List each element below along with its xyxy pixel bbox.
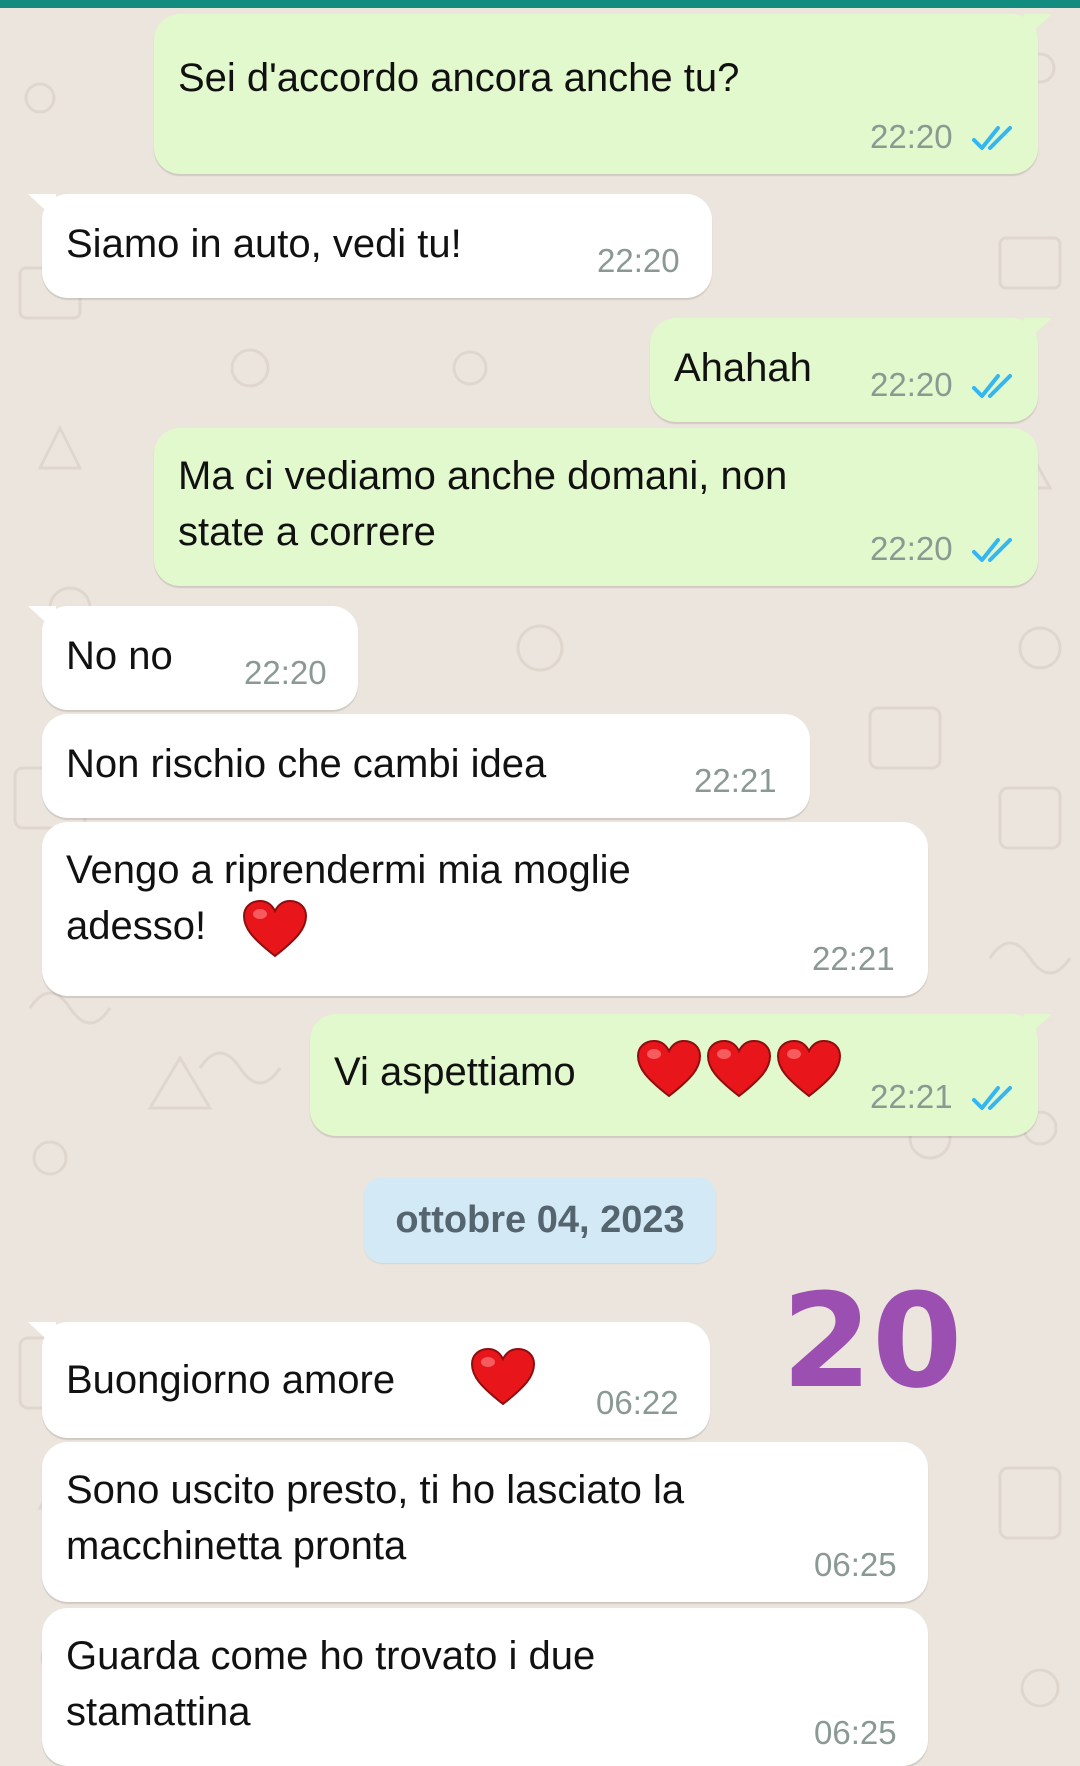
message-time: 22:20 [870, 530, 953, 567]
message-time: 06:22 [596, 1384, 679, 1421]
incoming-message-bubble[interactable]: Siamo in auto, vedi tu! 22:20 [28, 194, 712, 298]
incoming-message-bubble[interactable]: Guarda come ho trovato i due stamattina … [42, 1608, 928, 1766]
bubble-tail [1024, 1014, 1052, 1040]
double-check-icon [972, 538, 1012, 562]
incoming-message-bubble[interactable]: Buongiorno amore 06:22 [28, 1322, 710, 1438]
message-text: No no [66, 634, 173, 678]
bubble-tail [1024, 318, 1052, 344]
message-time: 22:20 [597, 242, 680, 279]
bubble-tail [28, 194, 56, 220]
bubble-tail [28, 1322, 56, 1348]
message-text: Non rischio che cambi idea [66, 742, 547, 786]
message-text: Siamo in auto, vedi tu! [66, 222, 462, 266]
message-text: Vi aspettiamo [334, 1050, 576, 1094]
bubble-tail [28, 606, 56, 632]
message-time: 22:21 [812, 940, 895, 977]
top-status-strip [0, 0, 1080, 8]
red-heart-icon [242, 900, 308, 960]
message-text: Sono uscito presto, ti ho lasciato la ma… [66, 1468, 685, 1568]
incoming-message-bubble[interactable]: Non rischio che cambi idea 22:21 [42, 714, 810, 818]
outgoing-message-bubble[interactable]: Vi aspettiamo 22:21 [310, 1014, 1052, 1136]
message-text: Vengo a riprendermi mia moglie adesso! [66, 848, 631, 948]
message-time: 22:21 [694, 762, 777, 799]
message-text: Sei d'accordo ancora anche tu? [178, 56, 740, 100]
double-check-icon [972, 1086, 1012, 1110]
outgoing-message-bubble[interactable]: Ma ci vediamo anche domani, non state a … [154, 428, 1038, 586]
double-check-icon [972, 126, 1012, 150]
incoming-message-bubble[interactable]: Sono uscito presto, ti ho lasciato la ma… [42, 1442, 928, 1602]
red-heart-icon [706, 1040, 772, 1100]
message-time: 22:21 [870, 1078, 953, 1115]
message-text: Ma ci vediamo anche domani, non state a … [178, 454, 788, 554]
incoming-message-bubble[interactable]: No no 22:20 [28, 606, 358, 710]
outgoing-message-bubble[interactable]: Ahahah 22:20 [650, 318, 1052, 422]
message-text: Buongiorno amore [66, 1358, 396, 1402]
message-text: Guarda come ho trovato i due stamattina [66, 1634, 596, 1734]
incoming-message-bubble[interactable]: Vengo a riprendermi mia moglie adesso! 2… [42, 822, 928, 996]
red-heart-icon [470, 1348, 536, 1408]
message-time: 22:20 [870, 366, 953, 403]
red-heart-icon [636, 1040, 702, 1100]
message-time: 22:20 [244, 654, 327, 691]
date-separator: ottobre 04, 2023 [364, 1177, 716, 1263]
message-time: 06:25 [814, 1714, 897, 1751]
svg-text:20: 20 [782, 1286, 963, 1406]
handwritten-number-sticker: 20 [782, 1286, 963, 1406]
red-heart-icon [776, 1040, 842, 1100]
bubble-tail [1024, 14, 1052, 40]
message-time: 22:20 [870, 118, 953, 155]
double-check-icon [972, 374, 1012, 398]
message-text: Ahahah [674, 346, 812, 390]
message-time: 06:25 [814, 1546, 897, 1583]
outgoing-message-bubble[interactable]: Sei d'accordo ancora anche tu? 22:20 [154, 14, 1052, 174]
